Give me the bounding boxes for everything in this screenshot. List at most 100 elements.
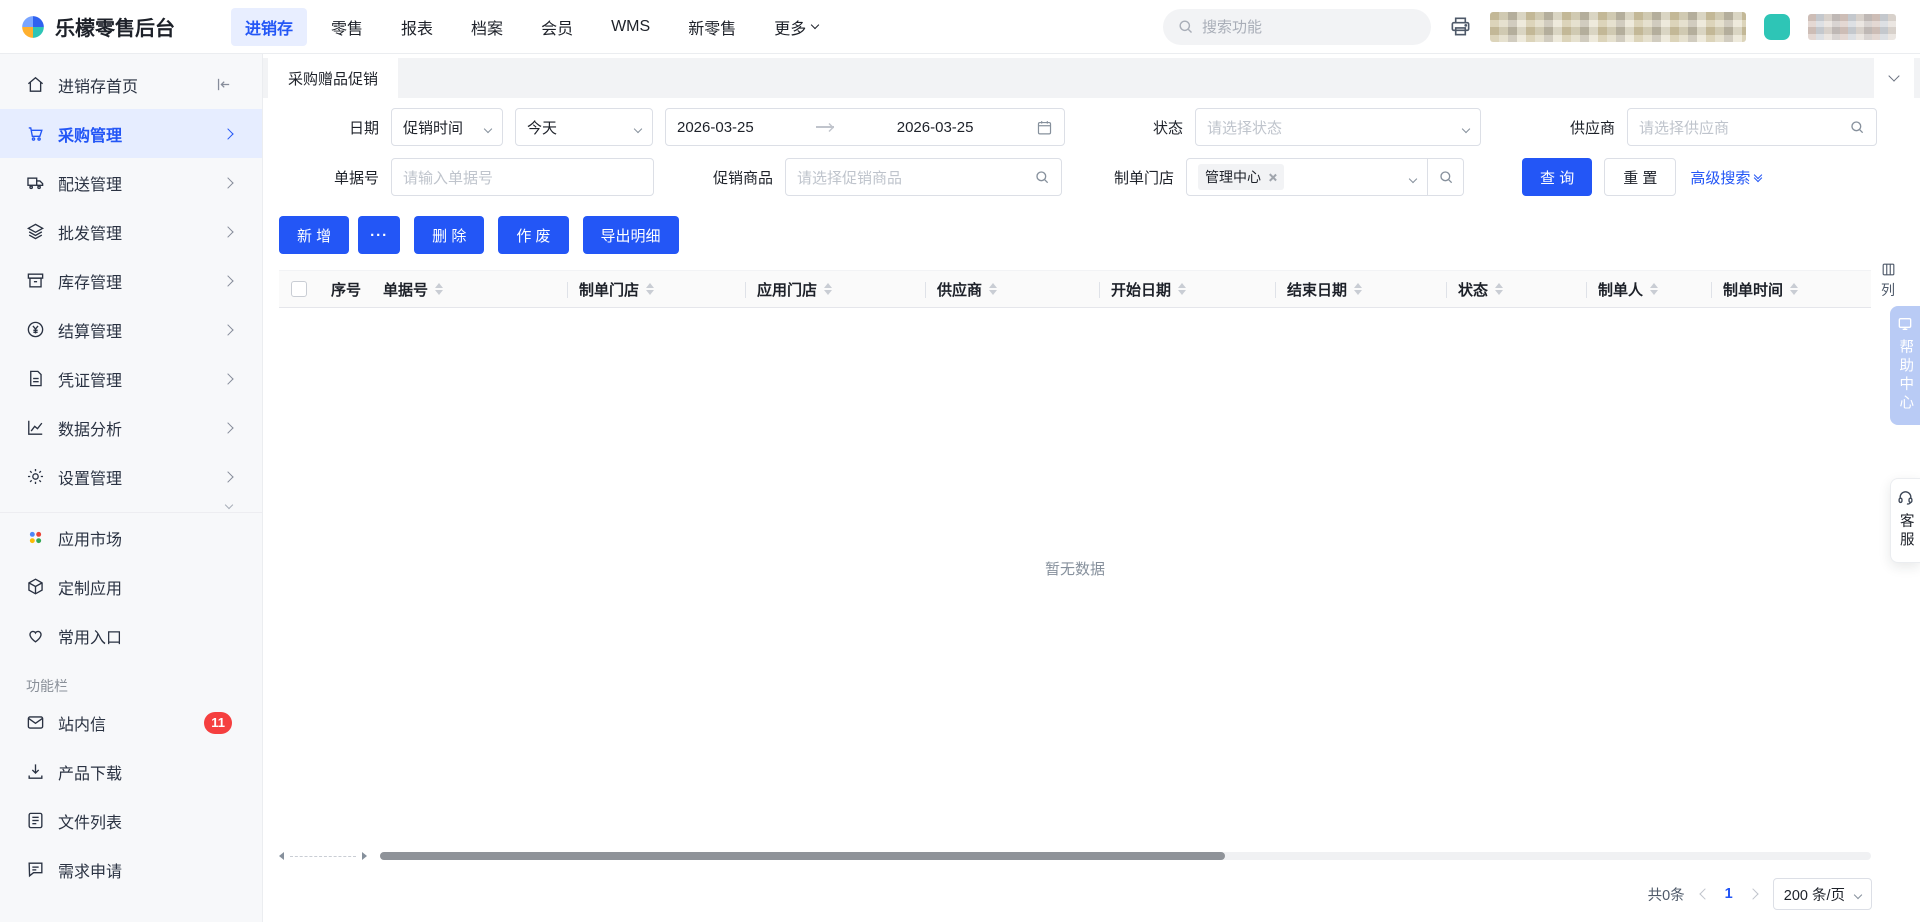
pagination: 共0条 1 200 条/页 [1648,878,1872,910]
date-range-picker[interactable]: 2026-03-25 2026-03-25 [665,108,1065,146]
fixed-column-scroll[interactable] [279,852,367,860]
printer-icon[interactable] [1449,15,1472,38]
date-type-select[interactable]: 促销时间 [391,108,503,146]
help-center-tab[interactable]: 帮助中心 [1890,306,1920,425]
nav-item-members[interactable]: 会员 [527,8,587,46]
tab-purchase-gift-promotion[interactable]: 采购赠品促销 [268,58,398,98]
search-placeholder: 搜索功能 [1202,16,1262,37]
nav-item-new-retail[interactable]: 新零售 [674,8,750,46]
avatar[interactable] [1764,14,1790,40]
sidebar-item-inventory[interactable]: 库存管理 [0,256,262,305]
sidebar-item-favorites[interactable]: 常用入口 [0,611,262,660]
sort-icon[interactable] [1495,283,1503,295]
sidebar-item-settlement[interactable]: 结算管理 [0,305,262,354]
column-header-doc-no[interactable]: 单据号 [371,271,567,307]
scroll-left-icon[interactable] [279,852,284,860]
advanced-search-link[interactable]: 高级搜索 [1690,167,1761,188]
search-icon[interactable] [1849,119,1865,135]
scroll-right-icon[interactable] [362,852,367,860]
column-header-end-date[interactable]: 结束日期 [1275,271,1446,307]
store-select[interactable]: 管理中心 [1186,158,1428,196]
file-list-icon [26,811,45,830]
query-button[interactable]: 查 询 [1522,158,1592,196]
sidebar-item-purchase[interactable]: 采购管理 [0,109,262,158]
column-header-start-date[interactable]: 开始日期 [1099,271,1275,307]
search-icon[interactable] [1034,169,1050,185]
column-header-store[interactable]: 制单门店 [567,271,745,307]
sidebar-item-wholesale[interactable]: 批发管理 [0,207,262,256]
sidebar-item-home[interactable]: 进销存首页 [0,60,262,109]
select-all-cell [279,271,319,307]
filter-row-2: 单据号 请输入单据号 促销商品 请选择促销商品 制单门店 管理中心 [279,158,1920,196]
nav-item-archives[interactable]: 档案 [457,8,517,46]
next-page-button[interactable] [1749,890,1757,898]
more-actions-button[interactable]: ··· [358,216,400,254]
nav-item-reports[interactable]: 报表 [387,8,447,46]
sidebar-item-voucher[interactable]: 凭证管理 [0,354,262,403]
sort-icon[interactable] [1354,283,1362,295]
sidebar-item-app-market[interactable]: 应用市场 [0,513,262,562]
supplier-input[interactable]: 请选择供应商 [1627,108,1877,146]
app-logo[interactable]: 乐檬零售后台 [20,12,175,41]
chevron-down-icon [811,20,819,28]
column-header-create-time[interactable]: 制单时间 [1711,271,1871,307]
scrollbar-thumb[interactable] [380,852,1225,860]
store-search-button[interactable] [1428,158,1464,196]
date-preset-select[interactable]: 今天 [515,108,653,146]
data-table: 序号 单据号 制单门店 应用门店 供应商 开始日期 [279,270,1871,828]
sort-icon[interactable] [1790,283,1798,295]
nav-item-inventory[interactable]: 进销存 [231,8,307,46]
promo-goods-input[interactable]: 请选择促销商品 [785,158,1062,196]
sort-icon[interactable] [435,283,443,295]
select-all-checkbox[interactable] [291,281,307,297]
sidebar-scroll-down-indicator[interactable] [0,501,262,513]
page-size-select[interactable]: 200 条/页 [1773,878,1872,910]
sort-icon[interactable] [1178,283,1186,295]
reset-button[interactable]: 重 置 [1604,158,1676,196]
prev-page-button[interactable] [1701,890,1709,898]
chevron-right-icon [224,179,232,187]
download-icon [26,762,45,781]
calendar-icon [1036,119,1053,136]
sidebar-item-analytics[interactable]: 数据分析 [0,403,262,452]
horizontal-scrollbar[interactable] [380,852,1871,860]
column-header-status[interactable]: 状态 [1446,271,1586,307]
empty-state-text: 暂无数据 [279,308,1871,828]
sidebar-item-distribution[interactable]: 配送管理 [0,158,262,207]
export-detail-button[interactable]: 导出明细 [583,216,679,254]
help-chat-icon [1897,316,1913,332]
sort-icon[interactable] [646,283,654,295]
nav-item-more[interactable]: 更多 [760,8,832,46]
column-header-supplier[interactable]: 供应商 [925,271,1099,307]
doc-no-input[interactable]: 请输入单据号 [391,158,654,196]
action-bar: 新 增 ··· 删 除 作 废 导出明细 [263,208,1920,254]
add-button[interactable]: 新 增 [279,216,349,254]
redacted-user-name [1808,14,1896,40]
global-search-input[interactable]: 搜索功能 [1163,9,1431,45]
sidebar-item-requests[interactable]: 需求申请 [0,845,262,894]
sidebar-item-messages[interactable]: 站内信 11 [0,698,262,747]
chevron-right-icon [224,277,232,285]
logo-text: 乐檬零售后台 [55,12,175,41]
sidebar-item-files[interactable]: 文件列表 [0,796,262,845]
sort-icon[interactable] [989,283,997,295]
collapse-panel-chevron[interactable] [1874,58,1914,98]
sort-icon[interactable] [824,283,832,295]
column-header-creator[interactable]: 制单人 [1586,271,1711,307]
sidebar-item-custom-apps[interactable]: 定制应用 [0,562,262,611]
sort-icon[interactable] [1650,283,1658,295]
delete-button[interactable]: 删 除 [414,216,484,254]
collapse-sidebar-icon[interactable] [215,76,232,93]
nav-item-wms[interactable]: WMS [597,11,664,43]
customer-service-tab[interactable]: 客服 [1890,478,1920,563]
nav-item-retail[interactable]: 零售 [317,8,377,46]
remove-tag-icon[interactable] [1268,173,1277,182]
void-button[interactable]: 作 废 [498,216,568,254]
column-header-apply-store[interactable]: 应用门店 [745,271,925,307]
sidebar-item-downloads[interactable]: 产品下载 [0,747,262,796]
current-page[interactable]: 1 [1725,886,1733,902]
layers-icon [26,222,45,241]
status-select[interactable]: 请选择状态 [1195,108,1481,146]
column-settings-button[interactable]: 列 [1876,262,1900,300]
sidebar-item-settings[interactable]: 设置管理 [0,452,262,501]
